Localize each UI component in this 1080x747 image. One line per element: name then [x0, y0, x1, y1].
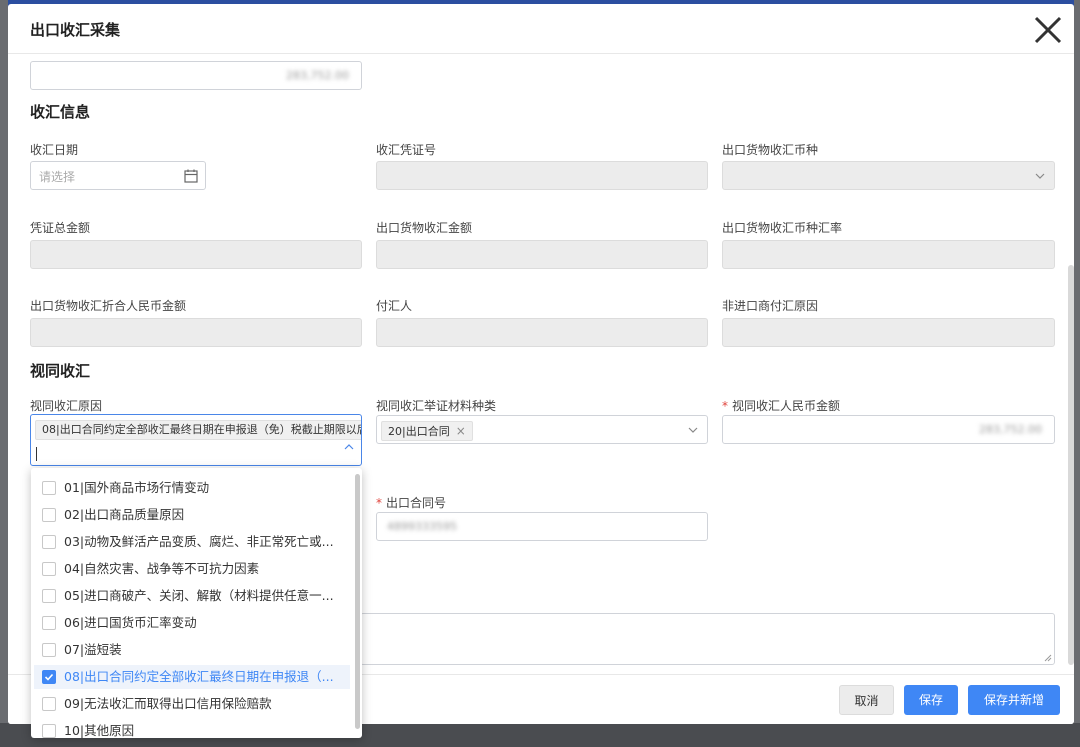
- export-contract-no-label-text: 出口合同号: [386, 496, 447, 510]
- deemed-rmb-amount-value: 283,752.00: [979, 423, 1042, 436]
- non-importer-reason-label: 非进口商付汇原因: [722, 299, 819, 313]
- export-currency-rate-label: 出口货物收汇币种汇率: [722, 221, 843, 235]
- checkbox[interactable]: [42, 616, 56, 630]
- chevron-down-icon: [688, 427, 698, 433]
- dropdown-option-label: 07|溢短装: [64, 642, 122, 657]
- checkbox[interactable]: [42, 724, 56, 738]
- deemed-material-type-select[interactable]: 20|出口合同 ×: [376, 415, 708, 444]
- dropdown-option[interactable]: 01|国外商品市场行情变动: [34, 476, 350, 500]
- dropdown-option-label: 06|进口国货币汇率变动: [64, 615, 197, 630]
- non-importer-reason-field: [722, 318, 1055, 347]
- modal-header: 出口收汇采集: [8, 4, 1074, 54]
- background-right: [1074, 0, 1080, 747]
- chevron-down-icon: [1035, 173, 1045, 179]
- cancel-button[interactable]: 取消: [839, 685, 894, 715]
- deemed-material-tag-label: 20|出口合同: [388, 425, 450, 438]
- dropdown-scrollbar[interactable]: [355, 474, 360, 729]
- checkbox[interactable]: [42, 508, 56, 522]
- checkbox[interactable]: [42, 481, 56, 495]
- dropdown-option-label: 04|自然灾害、战争等不可抗力因素: [64, 561, 260, 576]
- receipt-voucher-label: 收汇凭证号: [376, 143, 437, 157]
- checkbox[interactable]: [42, 562, 56, 576]
- export-receipt-amount-label: 出口货物收汇金额: [376, 221, 473, 235]
- dropdown-option[interactable]: 03|动物及鲜活产品变质、腐烂、非正常死亡或...: [34, 530, 350, 554]
- export-rmb-amount-field: [30, 318, 362, 347]
- top-amount-value: 283,752.00: [286, 69, 349, 82]
- deemed-material-type-label: 视同收汇举证材料种类: [376, 399, 497, 413]
- dropdown-option-label: 05|进口商破产、关闭、解散（材料提供任意一...: [64, 588, 334, 603]
- dropdown-option-label: 09|无法收汇而取得出口信用保险赔款: [64, 696, 272, 711]
- checkbox[interactable]: [42, 535, 56, 549]
- text-cursor: [36, 447, 37, 461]
- dropdown-option-label: 02|出口商品质量原因: [64, 507, 185, 522]
- checkbox[interactable]: [42, 589, 56, 603]
- dropdown-option[interactable]: 10|其他原因: [34, 719, 350, 738]
- export-contract-no-field[interactable]: 4899333595: [376, 512, 708, 541]
- remarks-textarea[interactable]: [360, 613, 1055, 665]
- export-currency-rate-field: [722, 240, 1055, 269]
- modal-title: 出口收汇采集: [30, 21, 121, 39]
- section-deemed-receipt: 视同收汇: [30, 362, 91, 380]
- receipt-date-label: 收汇日期: [30, 143, 79, 157]
- modal-scrollbar[interactable]: [1068, 265, 1074, 665]
- calendar-icon: [184, 169, 198, 183]
- dropdown-option[interactable]: 02|出口商品质量原因: [34, 503, 350, 527]
- export-contract-no-label: * 出口合同号: [376, 494, 446, 511]
- deemed-material-tag[interactable]: 20|出口合同 ×: [381, 421, 473, 441]
- required-mark: *: [722, 399, 728, 413]
- voucher-total-field: [30, 240, 362, 269]
- receipt-date-picker[interactable]: 请选择: [30, 161, 206, 190]
- dropdown-option-label: 08|出口合同约定全部收汇最终日期在申报退（...: [64, 669, 334, 684]
- chevron-up-icon: [344, 444, 354, 450]
- close-button[interactable]: [1028, 10, 1068, 50]
- export-rmb-amount-label: 出口货物收汇折合人民币金额: [30, 299, 187, 313]
- deemed-rmb-amount-label-text: 视同收汇人民币金额: [732, 399, 841, 413]
- export-currency-label: 出口货物收汇币种: [722, 143, 819, 157]
- top-amount-field[interactable]: 283,752.00: [30, 61, 362, 90]
- dropdown-option-label: 10|其他原因: [64, 723, 135, 738]
- deemed-reason-label: 视同收汇原因: [30, 399, 103, 413]
- tag-close-icon[interactable]: ×: [456, 424, 466, 438]
- dropdown-option-label: 01|国外商品市场行情变动: [64, 480, 210, 495]
- payer-field: [376, 318, 708, 347]
- payer-label: 付汇人: [376, 299, 413, 313]
- deemed-rmb-amount-label: * 视同收汇人民币金额: [722, 397, 840, 414]
- dropdown-option[interactable]: 04|自然灾害、战争等不可抗力因素: [34, 557, 350, 581]
- dropdown-option-label: 03|动物及鲜活产品变质、腐烂、非正常死亡或...: [64, 534, 334, 549]
- resize-handle-icon[interactable]: [1042, 652, 1052, 662]
- export-currency-select: [722, 161, 1055, 190]
- background-left: [0, 0, 8, 747]
- deemed-reason-dropdown: 01|国外商品市场行情变动 02|出口商品质量原因 03|动物及鲜活产品变质、腐烂、…: [31, 468, 362, 738]
- checkbox[interactable]: [42, 697, 56, 711]
- required-mark: *: [376, 496, 382, 510]
- receipt-date-placeholder: 请选择: [39, 170, 76, 184]
- dropdown-option[interactable]: 08|出口合同约定全部收汇最终日期在申报退（...: [34, 665, 350, 689]
- export-receipt-amount-field: [376, 240, 708, 269]
- dropdown-option[interactable]: 09|无法收汇而取得出口信用保险赔款: [34, 692, 350, 716]
- dropdown-option[interactable]: 05|进口商破产、关闭、解散（材料提供任意一...: [34, 584, 350, 608]
- save-button[interactable]: 保存: [904, 685, 958, 715]
- export-contract-no-value: 4899333595: [387, 520, 457, 533]
- section-receipt-info: 收汇信息: [30, 103, 91, 121]
- save-and-new-button[interactable]: 保存并新增: [968, 685, 1060, 715]
- checkbox[interactable]: [42, 643, 56, 657]
- receipt-voucher-field: [376, 161, 708, 190]
- dropdown-option[interactable]: 06|进口国货币汇率变动: [34, 611, 350, 635]
- dropdown-option[interactable]: 07|溢短装: [34, 638, 350, 662]
- close-icon: [1034, 16, 1062, 44]
- deemed-rmb-amount-field[interactable]: 283,752.00: [722, 415, 1055, 444]
- deemed-reason-tag: 08|出口合同约定全部收汇最终日期在申报退（免）税截止期限以后: [35, 420, 361, 440]
- checkbox-checked[interactable]: [42, 670, 56, 684]
- check-icon: [44, 673, 54, 681]
- deemed-reason-select[interactable]: 08|出口合同约定全部收汇最终日期在申报退（免）税截止期限以后: [30, 414, 362, 466]
- voucher-total-label: 凭证总金额: [30, 221, 91, 235]
